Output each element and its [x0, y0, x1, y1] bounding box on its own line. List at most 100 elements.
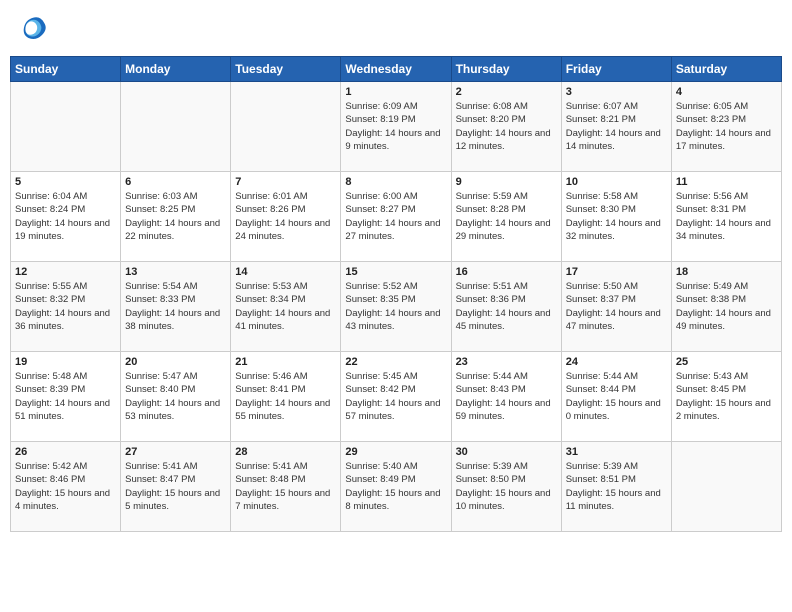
calendar-cell: 17 Sunrise: 5:50 AM Sunset: 8:37 PM Dayl…	[561, 262, 671, 352]
day-info: Sunrise: 5:56 AM Sunset: 8:31 PM Dayligh…	[676, 190, 777, 243]
day-number: 9	[456, 176, 557, 188]
col-header-sunday: Sunday	[11, 57, 121, 82]
calendar-cell: 29 Sunrise: 5:40 AM Sunset: 8:49 PM Dayl…	[341, 442, 451, 532]
day-number: 6	[125, 176, 226, 188]
calendar-cell: 18 Sunrise: 5:49 AM Sunset: 8:38 PM Dayl…	[671, 262, 781, 352]
day-info: Sunrise: 5:44 AM Sunset: 8:44 PM Dayligh…	[566, 370, 667, 423]
calendar-cell: 16 Sunrise: 5:51 AM Sunset: 8:36 PM Dayl…	[451, 262, 561, 352]
day-number: 30	[456, 446, 557, 458]
day-number: 3	[566, 86, 667, 98]
calendar-cell: 28 Sunrise: 5:41 AM Sunset: 8:48 PM Dayl…	[231, 442, 341, 532]
day-info: Sunrise: 5:53 AM Sunset: 8:34 PM Dayligh…	[235, 280, 336, 333]
calendar-week-4: 19 Sunrise: 5:48 AM Sunset: 8:39 PM Dayl…	[11, 352, 782, 442]
calendar-week-3: 12 Sunrise: 5:55 AM Sunset: 8:32 PM Dayl…	[11, 262, 782, 352]
day-number: 12	[15, 266, 116, 278]
day-info: Sunrise: 5:42 AM Sunset: 8:46 PM Dayligh…	[15, 460, 116, 513]
col-header-monday: Monday	[121, 57, 231, 82]
day-info: Sunrise: 6:09 AM Sunset: 8:19 PM Dayligh…	[345, 100, 446, 153]
calendar-cell	[671, 442, 781, 532]
day-number: 26	[15, 446, 116, 458]
day-info: Sunrise: 6:04 AM Sunset: 8:24 PM Dayligh…	[15, 190, 116, 243]
calendar-table: SundayMondayTuesdayWednesdayThursdayFrid…	[10, 56, 782, 532]
calendar-cell: 31 Sunrise: 5:39 AM Sunset: 8:51 PM Dayl…	[561, 442, 671, 532]
day-number: 29	[345, 446, 446, 458]
calendar-cell: 9 Sunrise: 5:59 AM Sunset: 8:28 PM Dayli…	[451, 172, 561, 262]
day-info: Sunrise: 5:49 AM Sunset: 8:38 PM Dayligh…	[676, 280, 777, 333]
day-number: 21	[235, 356, 336, 368]
calendar-cell: 22 Sunrise: 5:45 AM Sunset: 8:42 PM Dayl…	[341, 352, 451, 442]
calendar-cell: 20 Sunrise: 5:47 AM Sunset: 8:40 PM Dayl…	[121, 352, 231, 442]
day-number: 1	[345, 86, 446, 98]
calendar-week-5: 26 Sunrise: 5:42 AM Sunset: 8:46 PM Dayl…	[11, 442, 782, 532]
day-number: 25	[676, 356, 777, 368]
day-number: 4	[676, 86, 777, 98]
day-number: 17	[566, 266, 667, 278]
calendar-cell: 7 Sunrise: 6:01 AM Sunset: 8:26 PM Dayli…	[231, 172, 341, 262]
calendar-cell: 1 Sunrise: 6:09 AM Sunset: 8:19 PM Dayli…	[341, 82, 451, 172]
calendar-cell: 2 Sunrise: 6:08 AM Sunset: 8:20 PM Dayli…	[451, 82, 561, 172]
calendar-cell	[11, 82, 121, 172]
calendar-week-1: 1 Sunrise: 6:09 AM Sunset: 8:19 PM Dayli…	[11, 82, 782, 172]
day-info: Sunrise: 5:55 AM Sunset: 8:32 PM Dayligh…	[15, 280, 116, 333]
day-number: 19	[15, 356, 116, 368]
calendar-cell: 10 Sunrise: 5:58 AM Sunset: 8:30 PM Dayl…	[561, 172, 671, 262]
day-info: Sunrise: 5:54 AM Sunset: 8:33 PM Dayligh…	[125, 280, 226, 333]
day-number: 15	[345, 266, 446, 278]
day-info: Sunrise: 5:50 AM Sunset: 8:37 PM Dayligh…	[566, 280, 667, 333]
day-info: Sunrise: 6:00 AM Sunset: 8:27 PM Dayligh…	[345, 190, 446, 243]
calendar-week-2: 5 Sunrise: 6:04 AM Sunset: 8:24 PM Dayli…	[11, 172, 782, 262]
day-number: 7	[235, 176, 336, 188]
calendar-cell: 11 Sunrise: 5:56 AM Sunset: 8:31 PM Dayl…	[671, 172, 781, 262]
page-header	[10, 10, 782, 48]
day-info: Sunrise: 5:39 AM Sunset: 8:50 PM Dayligh…	[456, 460, 557, 513]
calendar-cell: 12 Sunrise: 5:55 AM Sunset: 8:32 PM Dayl…	[11, 262, 121, 352]
day-info: Sunrise: 5:52 AM Sunset: 8:35 PM Dayligh…	[345, 280, 446, 333]
col-header-saturday: Saturday	[671, 57, 781, 82]
calendar-cell: 5 Sunrise: 6:04 AM Sunset: 8:24 PM Dayli…	[11, 172, 121, 262]
calendar-cell: 8 Sunrise: 6:00 AM Sunset: 8:27 PM Dayli…	[341, 172, 451, 262]
calendar-cell	[121, 82, 231, 172]
day-info: Sunrise: 5:41 AM Sunset: 8:47 PM Dayligh…	[125, 460, 226, 513]
col-header-wednesday: Wednesday	[341, 57, 451, 82]
calendar-cell: 25 Sunrise: 5:43 AM Sunset: 8:45 PM Dayl…	[671, 352, 781, 442]
calendar-cell: 27 Sunrise: 5:41 AM Sunset: 8:47 PM Dayl…	[121, 442, 231, 532]
calendar-cell: 15 Sunrise: 5:52 AM Sunset: 8:35 PM Dayl…	[341, 262, 451, 352]
day-number: 28	[235, 446, 336, 458]
logo-icon	[18, 14, 48, 44]
day-number: 13	[125, 266, 226, 278]
day-info: Sunrise: 5:51 AM Sunset: 8:36 PM Dayligh…	[456, 280, 557, 333]
calendar-cell: 23 Sunrise: 5:44 AM Sunset: 8:43 PM Dayl…	[451, 352, 561, 442]
day-info: Sunrise: 5:46 AM Sunset: 8:41 PM Dayligh…	[235, 370, 336, 423]
day-number: 2	[456, 86, 557, 98]
day-number: 11	[676, 176, 777, 188]
calendar-cell: 21 Sunrise: 5:46 AM Sunset: 8:41 PM Dayl…	[231, 352, 341, 442]
day-info: Sunrise: 5:58 AM Sunset: 8:30 PM Dayligh…	[566, 190, 667, 243]
day-info: Sunrise: 5:44 AM Sunset: 8:43 PM Dayligh…	[456, 370, 557, 423]
day-number: 8	[345, 176, 446, 188]
day-number: 22	[345, 356, 446, 368]
calendar-cell: 26 Sunrise: 5:42 AM Sunset: 8:46 PM Dayl…	[11, 442, 121, 532]
day-number: 27	[125, 446, 226, 458]
day-number: 31	[566, 446, 667, 458]
day-info: Sunrise: 5:48 AM Sunset: 8:39 PM Dayligh…	[15, 370, 116, 423]
day-number: 16	[456, 266, 557, 278]
calendar-cell: 4 Sunrise: 6:05 AM Sunset: 8:23 PM Dayli…	[671, 82, 781, 172]
day-info: Sunrise: 5:47 AM Sunset: 8:40 PM Dayligh…	[125, 370, 226, 423]
day-info: Sunrise: 5:59 AM Sunset: 8:28 PM Dayligh…	[456, 190, 557, 243]
calendar-cell: 19 Sunrise: 5:48 AM Sunset: 8:39 PM Dayl…	[11, 352, 121, 442]
calendar-cell: 13 Sunrise: 5:54 AM Sunset: 8:33 PM Dayl…	[121, 262, 231, 352]
day-info: Sunrise: 5:40 AM Sunset: 8:49 PM Dayligh…	[345, 460, 446, 513]
calendar-cell: 14 Sunrise: 5:53 AM Sunset: 8:34 PM Dayl…	[231, 262, 341, 352]
calendar-cell: 6 Sunrise: 6:03 AM Sunset: 8:25 PM Dayli…	[121, 172, 231, 262]
day-info: Sunrise: 6:03 AM Sunset: 8:25 PM Dayligh…	[125, 190, 226, 243]
calendar-cell: 24 Sunrise: 5:44 AM Sunset: 8:44 PM Dayl…	[561, 352, 671, 442]
day-number: 20	[125, 356, 226, 368]
calendar-header-row: SundayMondayTuesdayWednesdayThursdayFrid…	[11, 57, 782, 82]
day-number: 5	[15, 176, 116, 188]
day-info: Sunrise: 6:08 AM Sunset: 8:20 PM Dayligh…	[456, 100, 557, 153]
day-number: 10	[566, 176, 667, 188]
day-number: 14	[235, 266, 336, 278]
day-info: Sunrise: 5:45 AM Sunset: 8:42 PM Dayligh…	[345, 370, 446, 423]
calendar-cell: 3 Sunrise: 6:07 AM Sunset: 8:21 PM Dayli…	[561, 82, 671, 172]
day-number: 24	[566, 356, 667, 368]
